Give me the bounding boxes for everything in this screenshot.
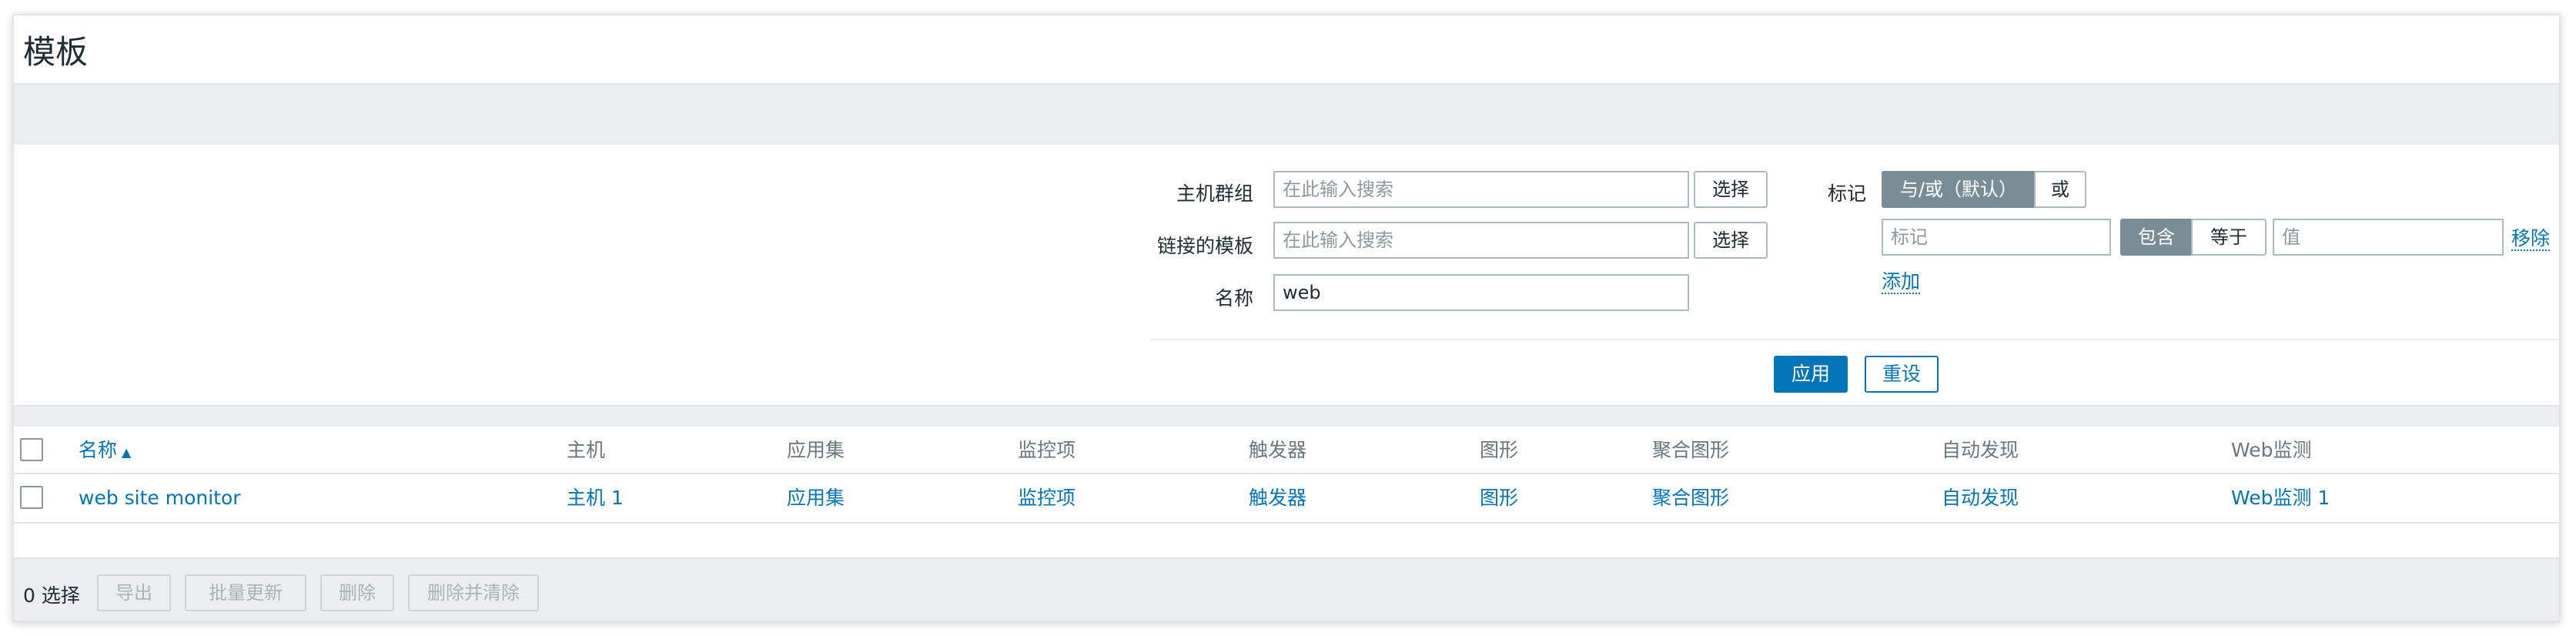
column-header-hosts: 主机 [567, 439, 606, 461]
tag-operator-contains[interactable]: 包含 [2120, 219, 2193, 256]
column-header-name[interactable]: 名称 ▲ [79, 440, 131, 464]
selected-count: 0 选择 [23, 584, 80, 607]
column-header-discovery: 自动发现 [1942, 439, 2019, 461]
action-footer: 0 选择 导出 批量更新 删除 删除并清除 [14, 557, 2559, 621]
filter-panel: 主机群组 选择 链接的模板 选择 名称 标记 与/或（默认） 或 包含 等于 移… [14, 145, 2559, 407]
select-all-checkbox[interactable] [20, 438, 43, 461]
tag-add-link[interactable]: 添加 [1882, 271, 1921, 294]
linked-templates-input[interactable] [1273, 222, 1689, 259]
triggers-link[interactable]: 触发器 [1249, 487, 1306, 509]
tag-remove-link[interactable]: 移除 [2511, 228, 2551, 251]
column-header-web: Web监测 [2231, 439, 2312, 461]
reset-button[interactable]: 重设 [1865, 356, 1939, 393]
tag-value-input[interactable] [2273, 219, 2504, 256]
column-header-name-label: 名称 [79, 439, 118, 461]
applications-link[interactable]: 应用集 [787, 487, 845, 509]
web-scenarios-link[interactable]: Web监测 1 [2231, 487, 2330, 509]
column-header-triggers: 触发器 [1249, 439, 1307, 461]
name-label: 名称 [1214, 287, 1253, 310]
hosts-link[interactable]: 主机 1 [567, 487, 624, 509]
column-header-graphs: 图形 [1480, 439, 1519, 461]
column-header-items: 监控项 [1018, 439, 1076, 461]
filter-table-gap [14, 407, 2559, 427]
templates-table: 名称 ▲ 主机 应用集 监控项 触发器 图形 聚合图形 自动发现 Web监测 we… [14, 427, 2559, 574]
host-groups-select-button[interactable]: 选择 [1694, 171, 1768, 208]
mass-update-button[interactable]: 批量更新 [185, 574, 306, 611]
export-button[interactable]: 导出 [97, 574, 171, 611]
delete-button[interactable]: 删除 [320, 574, 394, 611]
sort-ascending-icon: ▲ [122, 445, 132, 460]
screens-link[interactable]: 聚合图形 [1652, 487, 1729, 509]
row-checkbox[interactable] [20, 486, 43, 509]
name-input[interactable] [1273, 274, 1689, 311]
tag-name-input[interactable] [1882, 219, 2111, 256]
linked-templates-label: 链接的模板 [1156, 235, 1253, 257]
filter-tab-bar [14, 83, 2559, 145]
tag-operator-equals[interactable]: 等于 [2191, 219, 2267, 256]
templates-window: 模板 主机群组 选择 链接的模板 选择 名称 标记 与/或（默认） 或 包含 等… [12, 14, 2561, 622]
apply-button[interactable]: 应用 [1774, 356, 1848, 393]
host-groups-label: 主机群组 [1176, 182, 1253, 205]
filter-divider [1150, 339, 2559, 340]
column-header-screens: 聚合图形 [1652, 439, 1730, 461]
delete-and-clear-button[interactable]: 删除并清除 [408, 574, 539, 611]
template-name-link[interactable]: web site monitor [79, 487, 241, 509]
table-header-row: 名称 ▲ 主机 应用集 监控项 触发器 图形 聚合图形 自动发现 Web监测 [14, 427, 2559, 474]
tags-evaltype-and-or[interactable]: 与/或（默认） [1882, 171, 2036, 208]
tags-label: 标记 [1827, 182, 1866, 205]
host-groups-input[interactable] [1273, 171, 1689, 208]
page-title: 模板 [23, 33, 89, 71]
column-header-applications: 应用集 [787, 439, 845, 461]
discovery-link[interactable]: 自动发现 [1942, 487, 2019, 509]
graphs-link[interactable]: 图形 [1480, 487, 1518, 509]
table-row: web site monitor 主机 1 应用集 监控项 触发器 图形 聚合图… [14, 474, 2559, 524]
items-link[interactable]: 监控项 [1018, 487, 1076, 509]
tags-evaltype-or[interactable]: 或 [2034, 171, 2086, 208]
linked-templates-select-button[interactable]: 选择 [1694, 222, 1768, 259]
